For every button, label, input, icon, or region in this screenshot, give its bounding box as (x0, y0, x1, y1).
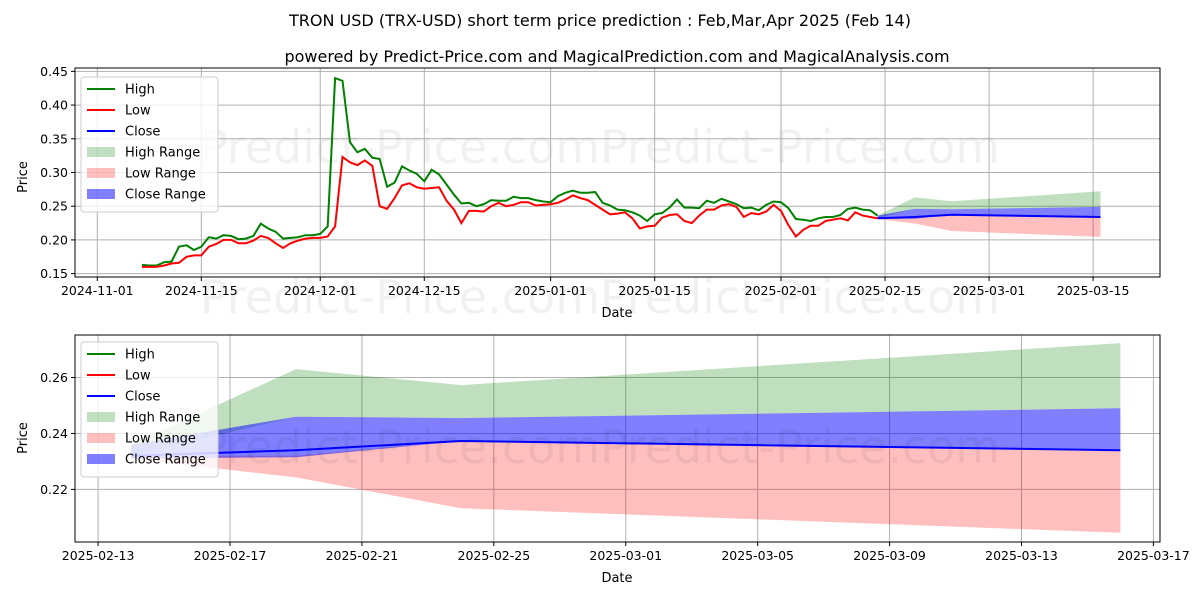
x-tick-label: 2025-03-15 (1057, 283, 1130, 298)
x-tick-label: 2024-12-15 (388, 283, 461, 298)
y-tick-label: 0.25 (40, 199, 68, 214)
legend-label: Low Range (125, 432, 196, 447)
top-y-axis-label: Price (16, 161, 31, 193)
watermark: Predict-Price.com (600, 420, 1000, 474)
legend-swatch-close-range (87, 189, 115, 199)
legend-swatch-low-range (87, 433, 115, 443)
x-tick-label: 2025-02-25 (458, 548, 531, 563)
x-tick-label: 2025-03-17 (1117, 548, 1190, 563)
x-tick-label: 2025-02-13 (62, 548, 135, 563)
bottom-y-axis-label: Price (16, 422, 31, 454)
watermark: Predict-Price.com (600, 120, 1000, 174)
y-tick-label: 0.30 (40, 165, 68, 180)
legend-label: Close (125, 390, 160, 405)
x-tick-label: 2025-03-13 (985, 548, 1058, 563)
x-tick-label: 2024-11-15 (165, 283, 238, 298)
x-tick-label: 2025-02-15 (849, 283, 922, 298)
legend-label: High (125, 83, 155, 98)
y-tick-label: 0.15 (40, 266, 68, 281)
legend-label: High Range (125, 146, 200, 161)
x-tick-label: 2025-03-05 (721, 548, 794, 563)
x-tick-label: 2024-12-01 (284, 283, 357, 298)
legend-label: Close Range (125, 188, 206, 203)
bottom-legend: High Low Close High Range Low Range Close Ran… (80, 341, 219, 478)
y-tick-label: 0.20 (40, 232, 68, 247)
x-tick-label: 2025-01-01 (514, 283, 587, 298)
prediction-chart: TRON USD (TRX-USD) short term price pred… (16, 11, 1190, 586)
legend-swatch-low-range (87, 168, 115, 178)
y-tick-label: 0.35 (40, 131, 68, 146)
y-tick-label: 0.24 (40, 426, 68, 441)
y-tick-label: 0.40 (40, 98, 68, 113)
x-tick-label: 2024-11-01 (61, 283, 134, 298)
bottom-x-axis-label: Date (601, 571, 632, 586)
chart-title: TRON USD (TRX-USD) short term price pred… (288, 11, 911, 30)
legend-label: Low (125, 104, 151, 119)
x-tick-label: 2025-02-21 (326, 548, 399, 563)
legend-label: Low Range (125, 167, 196, 182)
y-tick-label: 0.26 (40, 370, 68, 385)
watermark: Predict-Price.com (200, 120, 600, 174)
legend-label: Low (125, 369, 151, 384)
bottom-panel: Predict-Price.com Predict-Price.com 2025… (16, 334, 1190, 586)
top-x-axis-label: Date (601, 306, 632, 321)
x-tick-label: 2025-02-01 (745, 283, 818, 298)
legend-swatch-high-range (87, 147, 115, 157)
x-tick-label: 2025-03-01 (589, 548, 662, 563)
top-legend: High Low Close High Range Low Range Close Ran… (80, 76, 219, 213)
legend-swatch-high-range (87, 412, 115, 422)
y-tick-label: 0.22 (40, 482, 68, 497)
legend-label: High Range (125, 411, 200, 426)
legend-label: Close (125, 125, 160, 140)
watermark: Predict-Price.com (200, 420, 600, 474)
top-panel: Predict-Price.com Predict-Price.com Pred… (16, 64, 1161, 324)
chart-subtitle: powered by Predict-Price.com and Magical… (284, 47, 949, 66)
y-tick-label: 0.45 (40, 64, 68, 79)
legend-label: Close Range (125, 453, 206, 468)
x-tick-label: 2025-01-15 (618, 283, 691, 298)
x-tick-label: 2025-03-01 (953, 283, 1026, 298)
x-tick-label: 2025-03-09 (853, 548, 926, 563)
legend-label: High (125, 348, 155, 363)
legend-swatch-close-range (87, 454, 115, 464)
x-tick-label: 2025-02-17 (194, 548, 267, 563)
